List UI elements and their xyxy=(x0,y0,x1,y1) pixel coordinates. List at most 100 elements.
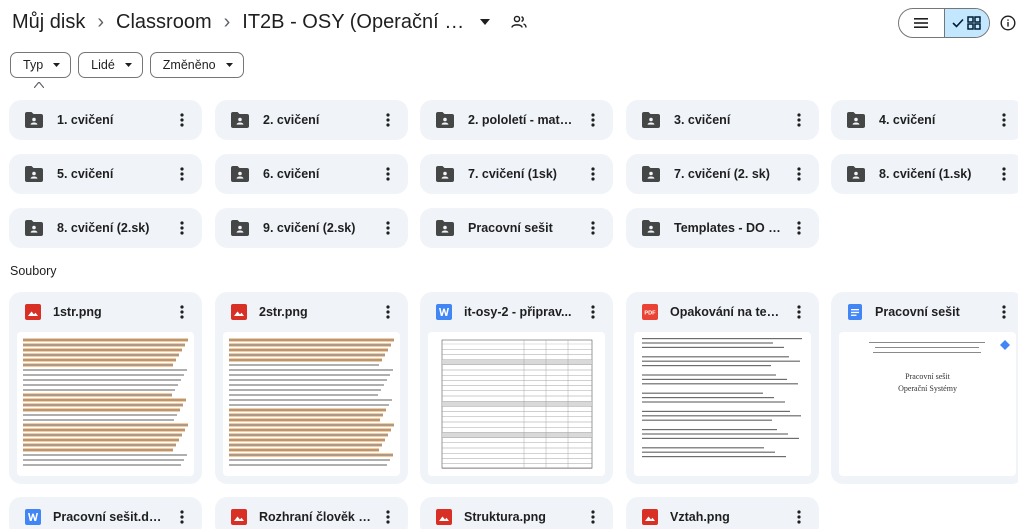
more-vert-icon[interactable] xyxy=(791,111,807,129)
folder-name: 8. cvičení (2.sk) xyxy=(57,221,150,235)
more-vert-icon[interactable] xyxy=(996,111,1012,129)
file-card-header: Pracovní sešit xyxy=(831,292,1018,332)
more-vert-icon[interactable] xyxy=(585,111,601,129)
file-name: Struktura.png xyxy=(464,510,546,524)
files-section-label: Soubory xyxy=(10,264,57,278)
pdf-file-icon: PDF xyxy=(642,304,658,320)
filter-people-chip[interactable]: Lidé xyxy=(78,52,143,78)
more-vert-icon[interactable] xyxy=(174,219,190,237)
more-vert-icon[interactable] xyxy=(996,303,1012,321)
folder-item[interactable]: 7. cvičení (2. sk) xyxy=(626,154,819,194)
folder-item[interactable]: Templates - DO N... xyxy=(626,208,819,248)
shared-folder-icon xyxy=(231,166,249,182)
folder-item[interactable]: Pracovní sešit xyxy=(420,208,613,248)
more-vert-icon[interactable] xyxy=(996,165,1012,183)
file-card[interactable]: Struktura.png xyxy=(420,497,613,529)
folder-name: 5. cvičení xyxy=(57,167,114,181)
file-thumbnail xyxy=(17,332,194,476)
file-name: Vztah.png xyxy=(670,510,730,524)
folder-name: 7. cvičení (2. sk) xyxy=(674,167,770,181)
breadcrumb-parent[interactable]: Classroom xyxy=(116,11,212,34)
file-card-header: Pracovní sešit.docx xyxy=(9,497,202,529)
folder-item[interactable]: 9. cvičení (2.sk) xyxy=(215,208,408,248)
more-vert-icon[interactable] xyxy=(380,508,396,526)
more-vert-icon[interactable] xyxy=(791,508,807,526)
folder-name: 2. pololetí - mater... xyxy=(468,113,578,127)
header: Můj disk › Classroom › IT2B - OSY (Opera… xyxy=(0,0,1018,46)
filter-type-chip[interactable]: Typ xyxy=(10,52,72,78)
folder-item[interactable]: 6. cvičení xyxy=(215,154,408,194)
breadcrumb-current[interactable]: IT2B - OSY (Operační sy... xyxy=(242,11,468,34)
shared-folder-icon xyxy=(436,166,454,182)
more-vert-icon[interactable] xyxy=(174,508,190,526)
folder-name: Pracovní sešit xyxy=(468,221,553,235)
folder-name: 6. cvičení xyxy=(263,167,320,181)
file-thumbnail xyxy=(428,332,605,476)
file-thumbnail xyxy=(223,332,400,476)
file-card-header: Rozhraní člověk s... xyxy=(215,497,408,529)
file-card-header: 1str.png xyxy=(9,292,202,332)
image-file-icon xyxy=(642,509,658,525)
folder-name: 8. cvičení (1.sk) xyxy=(879,167,972,181)
more-vert-icon[interactable] xyxy=(380,111,396,129)
folder-item[interactable]: 1. cvičení xyxy=(9,100,202,140)
file-card[interactable]: Pracovní sešit Pracovní sešit Operační Sys… xyxy=(831,292,1018,484)
shared-folder-icon xyxy=(847,166,865,182)
filter-modified-chip[interactable]: Změněno xyxy=(149,52,244,78)
file-card[interactable]: Vztah.png xyxy=(626,497,819,529)
file-card[interactable]: Pracovní sešit.docx xyxy=(9,497,202,529)
chevron-down-icon xyxy=(53,63,61,67)
breadcrumb-root[interactable]: Můj disk xyxy=(12,11,85,34)
chevron-down-icon xyxy=(124,63,132,67)
folder-item[interactable]: 5. cvičení xyxy=(9,154,202,194)
folder-name: Templates - DO N... xyxy=(674,221,784,235)
more-vert-icon[interactable] xyxy=(585,508,601,526)
folder-item[interactable]: 8. cvičení (1.sk) xyxy=(831,154,1018,194)
more-vert-icon[interactable] xyxy=(380,303,396,321)
folder-item[interactable]: 3. cvičení xyxy=(626,100,819,140)
more-vert-icon[interactable] xyxy=(174,303,190,321)
breadcrumb-separator-icon: › xyxy=(223,10,231,33)
folder-item[interactable]: 8. cvičení (2.sk) xyxy=(9,208,202,248)
more-vert-icon[interactable] xyxy=(585,165,601,183)
file-name: it-osy-2 - připrav... xyxy=(464,305,572,319)
more-vert-icon[interactable] xyxy=(380,165,396,183)
file-card[interactable]: 2str.png xyxy=(215,292,408,484)
shared-folder-icon xyxy=(642,220,660,236)
more-vert-icon[interactable] xyxy=(791,165,807,183)
more-vert-icon[interactable] xyxy=(174,111,190,129)
file-card[interactable]: it-osy-2 - připrav... xyxy=(420,292,613,484)
file-card[interactable]: 1str.png xyxy=(9,292,202,484)
word-file-icon xyxy=(25,509,41,525)
more-vert-icon[interactable] xyxy=(585,219,601,237)
file-card[interactable]: PDF Opakování na test... xyxy=(626,292,819,484)
more-vert-icon[interactable] xyxy=(791,303,807,321)
file-card-header: Struktura.png xyxy=(420,497,613,529)
filter-modified-label: Změněno xyxy=(162,58,216,72)
file-card-header: it-osy-2 - připrav... xyxy=(420,292,613,332)
shared-folder-icon xyxy=(847,112,865,128)
shared-folder-icon xyxy=(231,220,249,236)
folder-item[interactable]: 2. cvičení xyxy=(215,100,408,140)
list-view-button[interactable] xyxy=(899,9,944,37)
file-card-header: PDF Opakování na test... xyxy=(626,292,819,332)
folder-item[interactable]: 7. cvičení (1sk) xyxy=(420,154,613,194)
chevron-down-icon xyxy=(225,63,233,67)
folder-menu-dropdown-icon[interactable] xyxy=(474,11,496,33)
file-name: Pracovní sešit.docx xyxy=(53,510,165,524)
more-vert-icon[interactable] xyxy=(174,165,190,183)
folder-item[interactable]: 4. cvičení xyxy=(831,100,1018,140)
thumbnail-title: Pracovní sešit xyxy=(905,372,950,381)
people-icon[interactable] xyxy=(508,11,530,33)
shared-folder-icon xyxy=(25,112,43,128)
filter-bar: Typ Lidé Změněno xyxy=(10,52,244,78)
more-vert-icon[interactable] xyxy=(380,219,396,237)
file-card-header: 2str.png xyxy=(215,292,408,332)
more-vert-icon[interactable] xyxy=(791,219,807,237)
info-icon[interactable] xyxy=(998,12,1018,34)
image-file-icon xyxy=(231,304,247,320)
file-card[interactable]: Rozhraní člověk s... xyxy=(215,497,408,529)
grid-view-button[interactable] xyxy=(943,9,989,37)
folder-item[interactable]: 2. pololetí - mater... xyxy=(420,100,613,140)
more-vert-icon[interactable] xyxy=(585,303,601,321)
